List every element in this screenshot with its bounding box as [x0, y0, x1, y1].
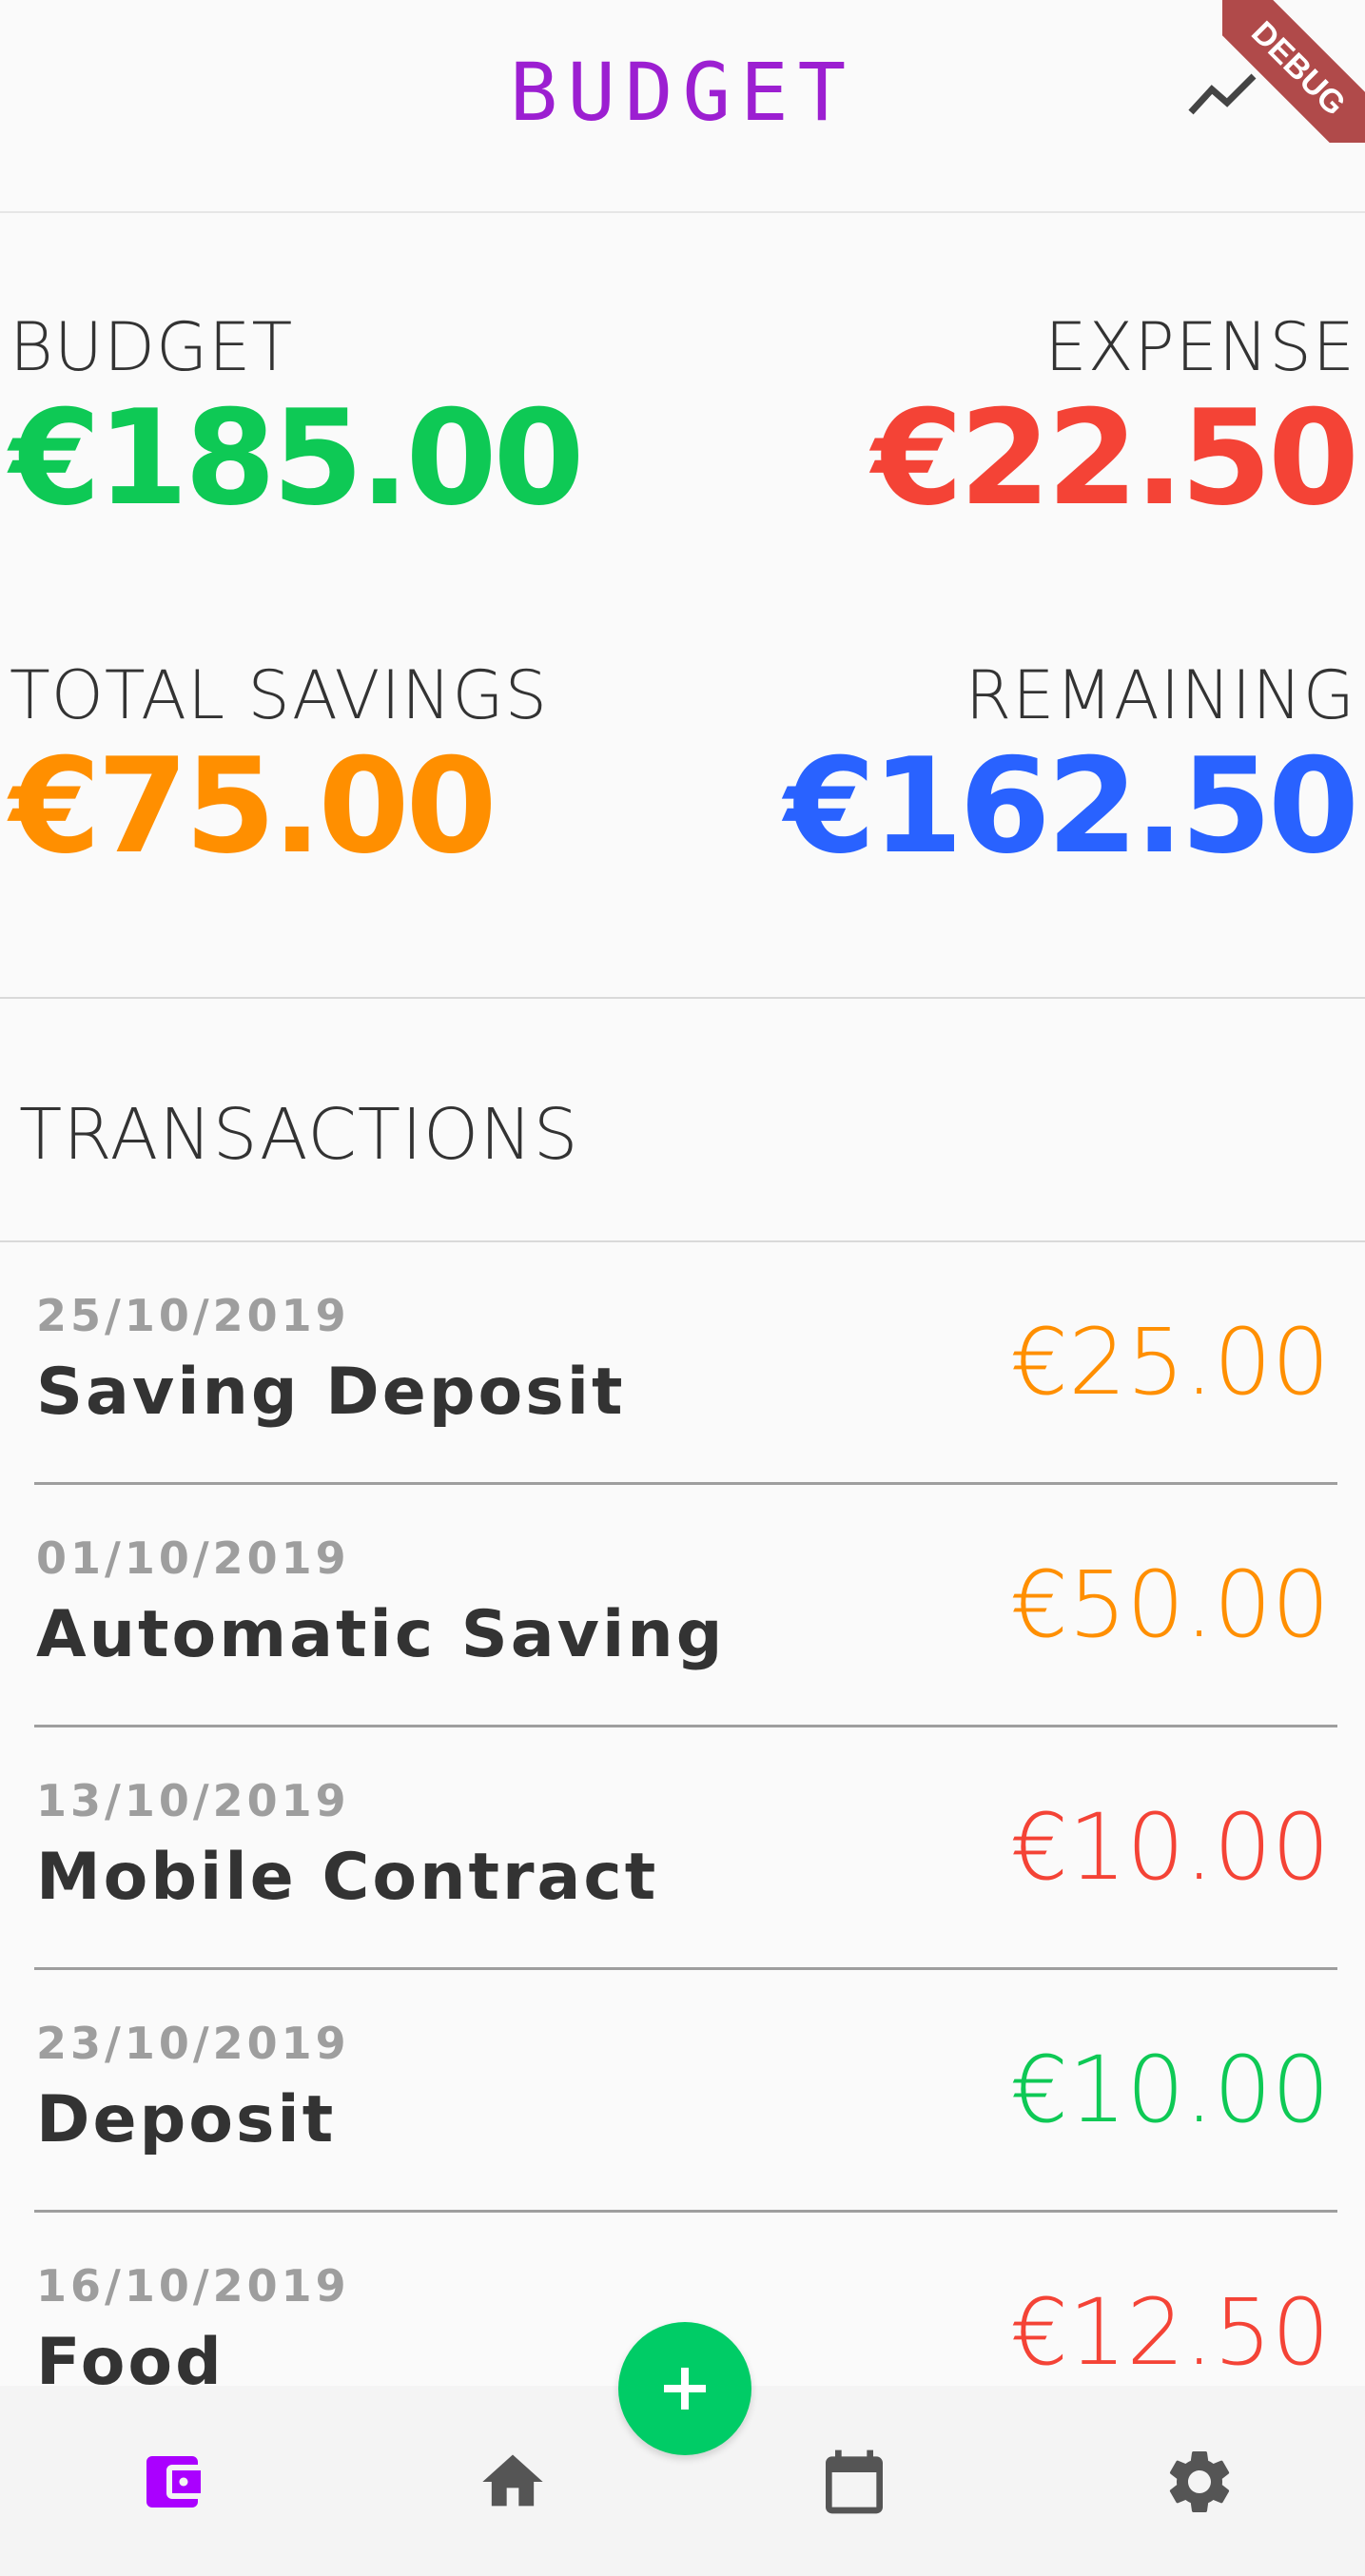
transaction-amount: €12.50: [1010, 2279, 1330, 2386]
app-title: BUDGET: [509, 46, 856, 139]
home-icon: [482, 2454, 543, 2507]
transaction-name: Saving Deposit: [36, 1355, 626, 1430]
total-savings-stat: TOTAL SAVINGS €75.00: [10, 656, 548, 879]
transaction-item[interactable]: 01/10/2019 Automatic Saving €50.00: [34, 1485, 1337, 1727]
transaction-date: 13/10/2019: [36, 1775, 350, 1826]
transaction-date: 16/10/2019: [36, 2260, 350, 2312]
plus-icon: [664, 2368, 706, 2410]
transactions-list: 25/10/2019 Saving Deposit €25.00 01/10/2…: [34, 1242, 1337, 2455]
total-savings-value: €75.00: [10, 730, 497, 883]
transaction-date: 01/10/2019: [36, 1532, 350, 1584]
wallet-icon: [146, 2456, 201, 2508]
transaction-name: Mobile Contract: [36, 1840, 659, 1915]
debug-banner: DEBUG: [1222, 0, 1365, 143]
total-savings-label: TOTAL SAVINGS: [10, 656, 549, 734]
transaction-item[interactable]: 23/10/2019 Deposit €10.00: [34, 1970, 1337, 2213]
budget-stat: BUDGET €185.00: [10, 308, 585, 535]
add-transaction-button[interactable]: [618, 2322, 751, 2455]
remaining-stat: REMAINING €162.50: [784, 656, 1359, 883]
transaction-amount: €10.00: [1010, 1794, 1330, 1901]
transaction-name: Deposit: [36, 2082, 337, 2157]
nav-home[interactable]: [470, 2439, 556, 2525]
expense-value: €22.50: [871, 381, 1359, 535]
transaction-name: Automatic Saving: [36, 1597, 726, 1672]
transaction-date: 23/10/2019: [36, 2018, 350, 2069]
settings-icon: [1169, 2451, 1230, 2512]
transaction-item[interactable]: 25/10/2019 Saving Deposit €25.00: [34, 1242, 1337, 1485]
remaining-label: REMAINING: [965, 656, 1355, 734]
nav-wallet[interactable]: [129, 2439, 215, 2525]
transaction-amount: €25.00: [1010, 1309, 1330, 1415]
transaction-amount: €50.00: [1010, 1551, 1330, 1658]
nav-settings[interactable]: [1157, 2439, 1242, 2525]
transaction-date: 25/10/2019: [36, 1290, 350, 1341]
transactions-header: TRANSACTIONS: [0, 999, 1365, 1242]
calendar-icon: [826, 2449, 883, 2514]
expense-label: EXPENSE: [1044, 308, 1355, 386]
transaction-item[interactable]: 13/10/2019 Mobile Contract €10.00: [34, 1727, 1337, 1970]
debug-banner-label: DEBUG: [1222, 0, 1365, 143]
nav-calendar[interactable]: [811, 2439, 897, 2525]
remaining-value: €162.50: [784, 730, 1359, 883]
budget-value: €185.00: [10, 381, 585, 535]
expense-stat: EXPENSE €22.50: [871, 308, 1359, 535]
budget-label: BUDGET: [10, 308, 294, 386]
transactions-title: TRANSACTIONS: [19, 1094, 579, 1176]
transaction-amount: €10.00: [1010, 2037, 1330, 2143]
app-bar: BUDGET DEBUG: [0, 0, 1365, 213]
summary-panel: BUDGET €185.00 EXPENSE €22.50 TOTAL SAVI…: [0, 213, 1365, 999]
